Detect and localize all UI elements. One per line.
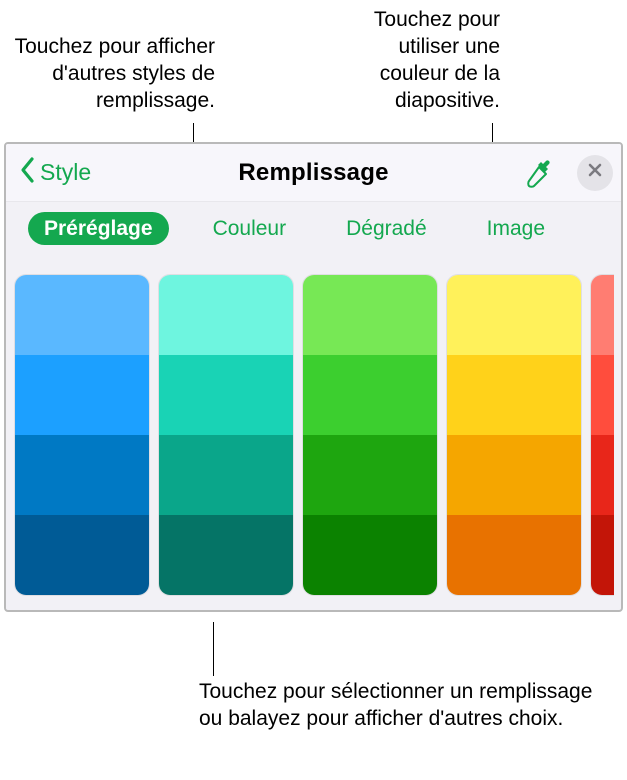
swatch[interactable] — [591, 275, 614, 355]
tab-preset[interactable]: Préréglage — [28, 212, 169, 245]
swatch[interactable] — [159, 355, 293, 435]
close-button[interactable] — [577, 155, 613, 191]
swatch[interactable] — [591, 515, 614, 595]
swatch[interactable] — [303, 355, 437, 435]
swatch[interactable] — [15, 515, 149, 595]
eyedropper-button[interactable] — [525, 158, 555, 188]
back-button[interactable]: Style — [6, 156, 91, 190]
swatch[interactable] — [303, 275, 437, 355]
swatch[interactable] — [15, 435, 149, 515]
close-icon — [587, 162, 603, 183]
swatch[interactable] — [447, 515, 581, 595]
swatch-scroller[interactable] — [14, 274, 621, 600]
swatch[interactable] — [15, 275, 149, 355]
swatch-column-red — [590, 274, 614, 596]
back-label: Style — [40, 159, 91, 186]
swatch[interactable] — [591, 435, 614, 515]
swatch[interactable] — [303, 435, 437, 515]
callout-swatches: Touchez pour sélectionner un remplissage… — [199, 678, 609, 732]
swatch[interactable] — [159, 275, 293, 355]
swatch[interactable] — [591, 355, 614, 435]
callout-eyedropper: Touchez pour utiliser une couleur de la … — [325, 6, 500, 114]
fill-panel: Style Remplissage Préréglage Couleur — [4, 142, 623, 612]
tab-gradient[interactable]: Dégradé — [330, 212, 443, 245]
fill-type-tabs: Préréglage Couleur Dégradé Image — [6, 202, 621, 261]
tab-image[interactable]: Image — [471, 212, 561, 245]
swatch[interactable] — [159, 435, 293, 515]
eyedropper-icon — [525, 158, 555, 188]
panel-header: Style Remplissage — [6, 144, 621, 202]
swatch[interactable] — [447, 435, 581, 515]
swatch[interactable] — [15, 355, 149, 435]
swatch[interactable] — [303, 515, 437, 595]
swatch-column-green — [302, 274, 438, 596]
swatch[interactable] — [447, 355, 581, 435]
callout-fill-styles: Touchez pour afficher d'autres styles de… — [10, 33, 215, 114]
swatch-column-yellow — [446, 274, 582, 596]
header-actions — [525, 155, 613, 191]
swatch-column-blue — [14, 274, 150, 596]
swatch-column-teal — [158, 274, 294, 596]
swatch[interactable] — [447, 275, 581, 355]
leader-line — [213, 622, 214, 676]
tab-color[interactable]: Couleur — [197, 212, 303, 245]
swatch[interactable] — [159, 515, 293, 595]
chevron-left-icon — [18, 156, 38, 190]
